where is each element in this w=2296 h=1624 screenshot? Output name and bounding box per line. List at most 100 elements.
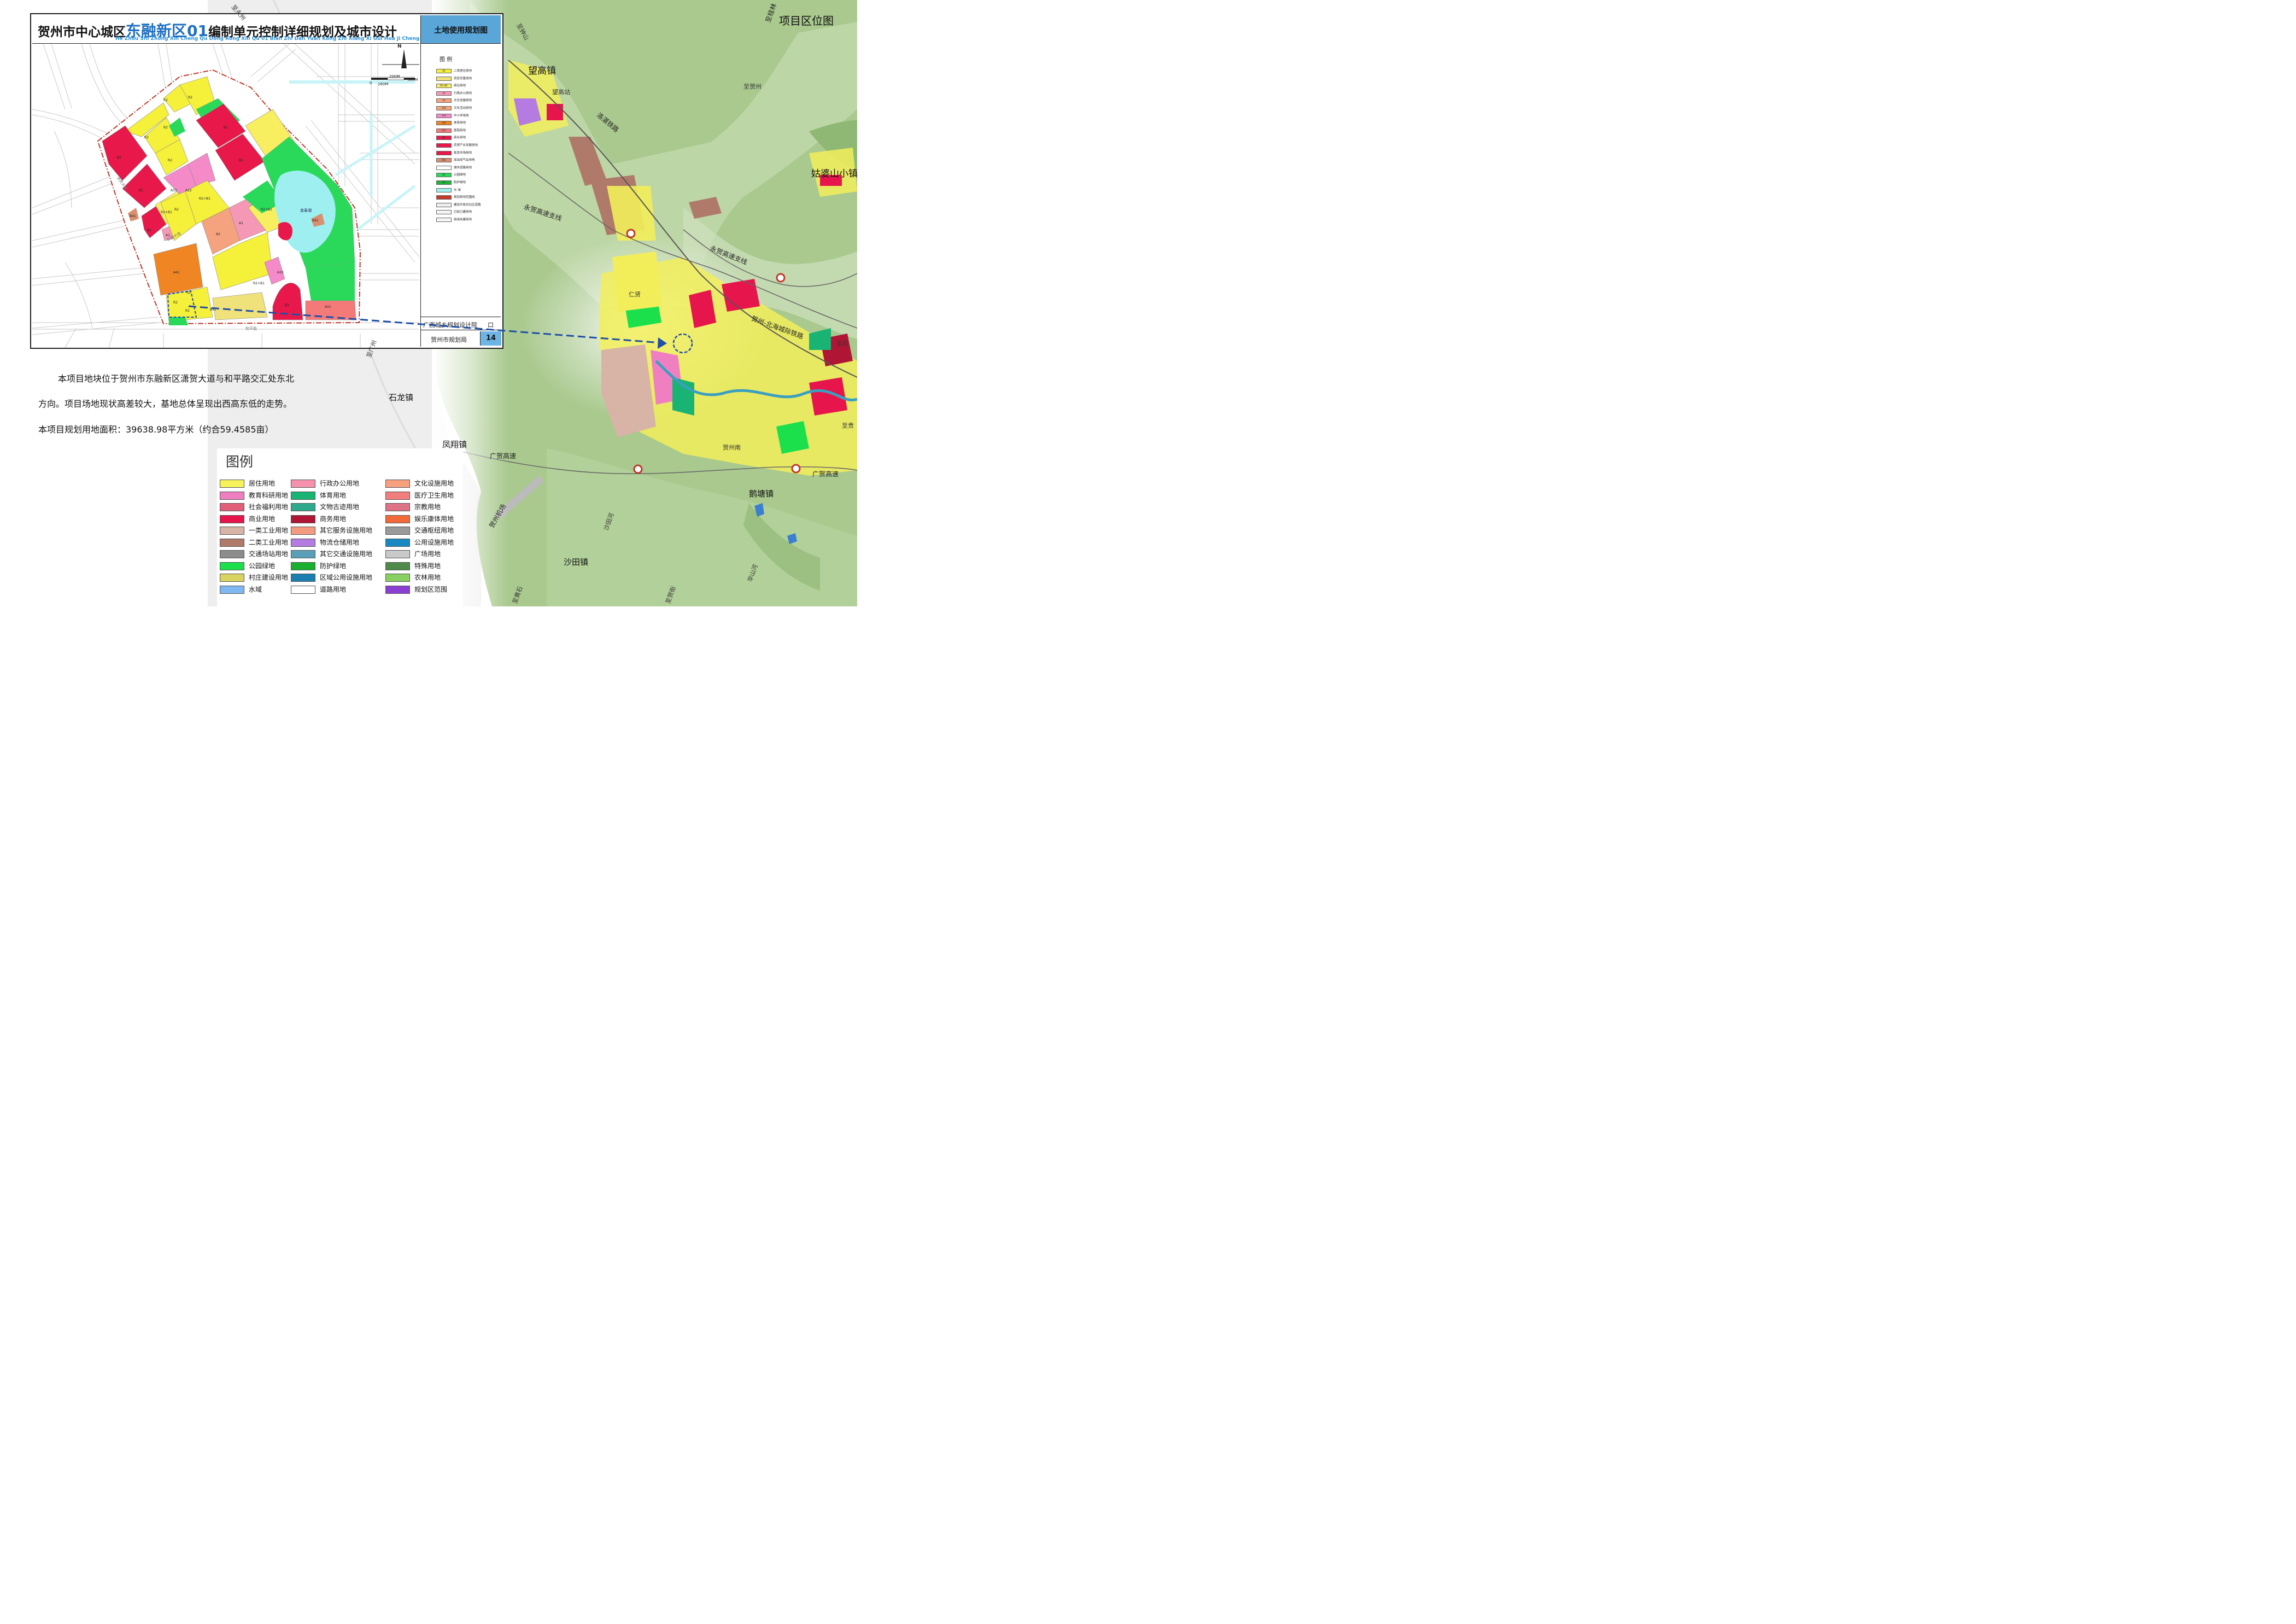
scale-label-160: 160M	[378, 82, 389, 86]
panel-legend-code: A51	[442, 128, 446, 132]
panel-legend: 图 例 R2 二类居住用地 农民安置用地 R2+B1 商住用地 A1 行政办公用地 A2 文化设…	[421, 44, 501, 317]
panel-legend-label: 行政办公用地	[454, 91, 472, 95]
parcel-label: B1	[147, 229, 151, 232]
place-label: 石龙镇	[389, 393, 414, 402]
legend-swatch	[385, 562, 410, 570]
parcel-label: B1	[139, 189, 143, 192]
road-label: 至凤	[836, 340, 848, 347]
panel-legend-code: B1	[442, 136, 446, 139]
legend-label: 村庄建设用地	[249, 574, 289, 581]
panel-legend-label: 农贸产业发展用地	[454, 144, 478, 147]
parcel-label: A33	[277, 271, 284, 274]
legend-label: 医疗卫生用地	[414, 491, 454, 499]
legend-item: 文化设施用地	[385, 480, 462, 488]
description-line-2: 方向。项目场地现状高差较大，基地总体呈现出西高东低的走势。	[38, 399, 292, 409]
legend-swatch	[220, 503, 244, 511]
panel-legend-item: B1 商业用地	[436, 135, 499, 141]
agency-row: 贺州市规划局 14	[421, 330, 501, 347]
parcel-label: A22	[185, 189, 192, 192]
panel-legend-item: R2 二类居住用地	[436, 68, 499, 74]
legend-swatch	[385, 538, 410, 547]
panel-legend-swatch	[436, 143, 452, 148]
legend-item: 行政办公用地	[291, 480, 367, 488]
inset-title-bar: 贺州市中心城区东融新区01编制单元控制详细规划及城市设计 He Zhou Shi…	[32, 15, 447, 44]
legend-swatch	[220, 491, 244, 500]
legend-item: 二类工业用地	[220, 538, 296, 547]
legend-title: 图例	[226, 454, 254, 470]
legend-item: 教育科研用地	[220, 491, 296, 500]
legend-swatch	[291, 585, 315, 594]
legend-panel: 土地使用规划图 图 例 R2 二类居住用地 农民安置用地 R2+B1 商住用地 A1 行政办…	[420, 15, 501, 347]
rail-label: 广贺高速	[812, 470, 839, 478]
panel-legend-item: 已批已建用地	[436, 209, 499, 215]
panel-legend-title: 图 例	[440, 57, 453, 63]
parcel-label: R2	[174, 208, 179, 212]
panel-legend-item: 水 域	[436, 188, 499, 193]
parcel-label: B1	[239, 159, 243, 162]
legend-item: 交通场站用地	[220, 550, 296, 559]
parcel-label: A51	[325, 305, 331, 309]
parcel-label: R2	[168, 159, 172, 162]
legend-swatch	[385, 491, 410, 500]
legend-item: 娱乐康体用地	[385, 515, 462, 524]
legend-swatch	[385, 527, 410, 535]
legend-swatch	[220, 574, 244, 582]
legend-item: 区域公用设施用地	[291, 574, 372, 582]
panel-legend-item: A51 医院用地	[436, 128, 499, 133]
panel-legend-label: 防护绿地	[454, 181, 466, 184]
legend-item: 物流仓储用地	[291, 538, 367, 547]
panel-legend-item: A41 体育用地	[436, 120, 499, 126]
legend-swatch	[220, 562, 244, 570]
legend-swatch	[385, 550, 410, 558]
legend-label: 一类工业用地	[249, 527, 289, 534]
legend-swatch	[220, 480, 244, 488]
legend-item: 村庄建设用地	[220, 574, 296, 582]
legend-item: 水域	[220, 585, 296, 594]
legend-swatch	[220, 585, 244, 594]
legend-swatch	[291, 491, 315, 500]
panel-legend-item: R2+B1 商住用地	[436, 83, 499, 89]
legend-label: 特殊用地	[414, 562, 441, 570]
panel-legend-item: 建设开放式社区道路	[436, 202, 499, 208]
legend-label: 交通枢纽用地	[414, 527, 454, 534]
legend-item: 规划区范围	[385, 585, 462, 594]
legend-item: 农林用地	[385, 574, 462, 582]
panel-legend-swatch	[436, 165, 452, 170]
parcel-label: A33	[171, 189, 177, 192]
legend-label: 行政办公用地	[320, 480, 360, 487]
panel-header: 土地使用规划图	[421, 15, 501, 44]
parcel-label: B1	[117, 156, 121, 160]
legend-label: 物流仓储用地	[320, 538, 360, 546]
legend-label: 教育科研用地	[249, 491, 289, 499]
road-label: 仁贤	[629, 291, 641, 298]
parcel-label: B41	[130, 214, 136, 218]
page-number: 14	[480, 331, 501, 346]
legend-item: 宗教用地	[385, 503, 462, 512]
legend-label: 二类工业用地	[249, 538, 289, 546]
legend-swatch	[385, 574, 410, 582]
panel-legend-code: R2	[442, 69, 446, 72]
panel-legend-item: G2 防护绿地	[436, 180, 499, 185]
legend-item: 其它交通设施用地	[291, 550, 372, 559]
legend-label: 广场用地	[414, 550, 441, 558]
legend-label: 体育用地	[320, 491, 347, 499]
place-label: 鹅塘镇	[749, 489, 774, 499]
legend-item: 医疗卫生用地	[385, 491, 462, 500]
legend-label: 文物古迹用地	[320, 503, 360, 511]
legend-item: 体育用地	[291, 491, 367, 500]
parcel-label: B41	[210, 308, 216, 312]
legend-label: 其它交通设施用地	[320, 550, 373, 558]
panel-legend-item: 农贸产业发展用地	[436, 143, 499, 148]
panel-legend-label: 公园绿地	[454, 173, 466, 177]
parcel-label: A1	[239, 221, 243, 225]
legend-label: 文化设施用地	[414, 480, 454, 487]
place-label: 望高镇	[528, 66, 556, 77]
legend-label: 水域	[249, 585, 262, 593]
legend-item: 特殊用地	[385, 562, 462, 571]
legend-swatch	[385, 480, 410, 488]
legend-label: 商业用地	[249, 515, 276, 523]
legend-swatch	[385, 585, 410, 594]
panel-legend-swatch	[436, 195, 452, 200]
road-label: 至贺州	[743, 83, 762, 90]
legend-item: 商务用地	[291, 515, 367, 524]
